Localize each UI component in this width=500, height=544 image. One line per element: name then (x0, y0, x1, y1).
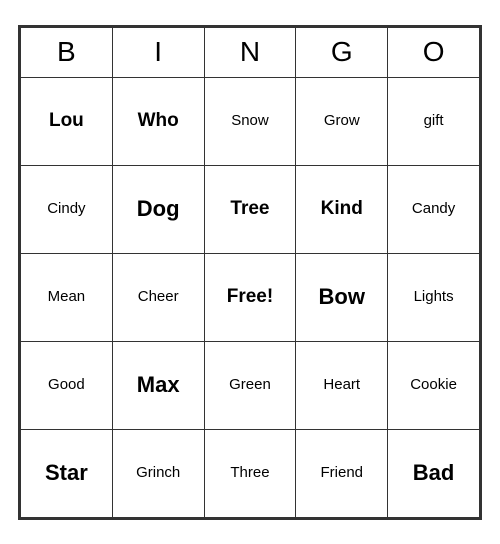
cell-label: Bow (319, 284, 365, 309)
header-cell: N (204, 27, 296, 77)
cell-label: Tree (230, 198, 269, 219)
cell-label: Cookie (410, 376, 457, 393)
cell-label: gift (424, 112, 444, 129)
cell-label: Bad (413, 460, 455, 485)
cell-label: Friend (320, 464, 363, 481)
bingo-cell: Cookie (388, 341, 480, 429)
bingo-cell: Star (21, 429, 113, 517)
table-row: Good Max Green Heart Cookie (21, 341, 480, 429)
table-row: Cindy Dog Tree Kind Candy (21, 165, 480, 253)
cell-label: Heart (323, 376, 360, 393)
cell-label: Snow (231, 112, 269, 129)
bingo-cell: Lou (21, 77, 113, 165)
table-row: Star Grinch Three Friend Bad (21, 429, 480, 517)
cell-label: Max (137, 372, 180, 397)
cell-label: Lights (414, 288, 454, 305)
bingo-cell: Snow (204, 77, 296, 165)
bingo-cell: Candy (388, 165, 480, 253)
cell-label: Who (138, 110, 179, 131)
cell-label: Dog (137, 196, 180, 221)
cell-label: Candy (412, 200, 455, 217)
table-row: Lou Who Snow Grow gift (21, 77, 480, 165)
header-row: BINGO (21, 27, 480, 77)
cell-label: Good (48, 376, 85, 393)
cell-label: Cheer (138, 288, 179, 305)
bingo-cell: Who (112, 77, 204, 165)
bingo-cell: Bad (388, 429, 480, 517)
cell-label: Three (230, 464, 269, 481)
cell-label: Kind (321, 198, 363, 219)
bingo-cell: Three (204, 429, 296, 517)
bingo-cell: gift (388, 77, 480, 165)
bingo-card: BINGO Lou Who Snow Grow gift Cindy Dog Tree Kind… (18, 25, 482, 520)
cell-label: Free! (227, 286, 273, 307)
bingo-cell: Lights (388, 253, 480, 341)
header-cell: I (112, 27, 204, 77)
bingo-cell: Grow (296, 77, 388, 165)
bingo-cell: Cindy (21, 165, 113, 253)
bingo-cell: Kind (296, 165, 388, 253)
header-cell: O (388, 27, 480, 77)
bingo-cell: Tree (204, 165, 296, 253)
bingo-cell: Bow (296, 253, 388, 341)
bingo-cell: Cheer (112, 253, 204, 341)
cell-label: Mean (48, 288, 86, 305)
bingo-cell: Mean (21, 253, 113, 341)
bingo-cell: Friend (296, 429, 388, 517)
cell-label: Grinch (136, 464, 180, 481)
cell-label: Green (229, 376, 271, 393)
header-cell: B (21, 27, 113, 77)
bingo-cell: Good (21, 341, 113, 429)
cell-label: Star (45, 460, 88, 485)
bingo-cell: Free! (204, 253, 296, 341)
bingo-cell: Heart (296, 341, 388, 429)
cell-label: Cindy (47, 200, 85, 217)
cell-label: Grow (324, 112, 360, 129)
bingo-table: BINGO Lou Who Snow Grow gift Cindy Dog Tree Kind… (20, 27, 480, 518)
bingo-cell: Grinch (112, 429, 204, 517)
bingo-cell: Green (204, 341, 296, 429)
header-cell: G (296, 27, 388, 77)
cell-label: Lou (49, 110, 84, 131)
bingo-cell: Max (112, 341, 204, 429)
table-row: Mean Cheer Free! Bow Lights (21, 253, 480, 341)
bingo-cell: Dog (112, 165, 204, 253)
